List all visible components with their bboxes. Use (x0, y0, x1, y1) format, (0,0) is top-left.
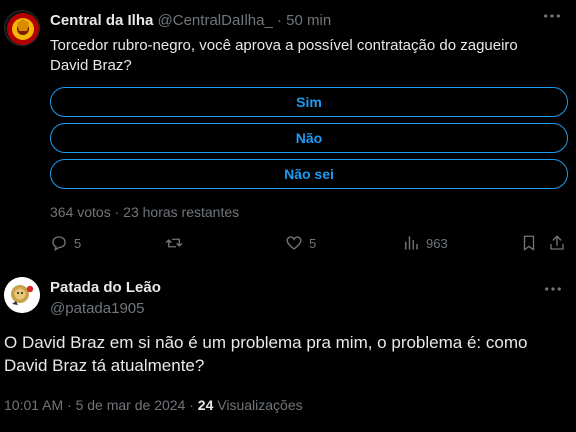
more-icon (544, 14, 560, 18)
bookmark-icon (523, 235, 535, 251)
reply-author-name[interactable]: Patada do Leão (50, 279, 161, 296)
views-button[interactable]: 963 (402, 234, 448, 252)
tweet: Central da Ilha @CentralDaIlha_ · 50 min… (0, 0, 576, 265)
author-name[interactable]: Central da Ilha (50, 12, 153, 29)
heart-icon (286, 236, 302, 250)
views-icon (405, 236, 418, 250)
reply-button[interactable]: 5 (50, 234, 81, 252)
poll-option-sim[interactable]: Sim (50, 87, 568, 117)
poll-option-nao[interactable]: Não (50, 123, 568, 153)
poll: Sim Não Não sei (50, 87, 568, 195)
reply-tweet: Patada do Leão @patada1905 O David Braz … (0, 265, 576, 432)
reply-meta: 10:01 AM · 5 de mar de 2024 · 24 Visuali… (4, 397, 303, 413)
retweet-icon (165, 238, 183, 248)
central-da-ilha-avatar[interactable] (4, 10, 40, 46)
views-count: 963 (426, 235, 448, 251)
like-count: 5 (309, 235, 317, 251)
poll-remaining: 23 horas restantes (123, 204, 240, 220)
tweet-text: Torcedor rubro-negro, você aprova a poss… (50, 37, 518, 74)
reply-timestamp[interactable]: 10:01 AM · 5 de mar de 2024 (4, 397, 185, 413)
patada-do-leao-avatar[interactable] (4, 277, 40, 313)
poll-meta: 364 votos · 23 horas restantes (50, 204, 239, 220)
retweet-button[interactable] (165, 234, 189, 252)
reply-views-label: Visualizações (217, 397, 303, 413)
header-separator: · (277, 12, 282, 29)
poll-meta-separator: · (114, 204, 120, 220)
reply-meta-separator: · (189, 397, 194, 413)
lion-mascot-icon (4, 277, 40, 313)
share-icon (550, 235, 564, 250)
lion-logo-icon (7, 13, 39, 45)
tweet-time[interactable]: 50 min (286, 12, 331, 29)
like-button[interactable]: 5 (285, 234, 316, 252)
comment-icon (52, 236, 66, 252)
tweet-header: Central da Ilha @CentralDaIlha_ · 50 min (50, 12, 331, 29)
poll-votes: 364 votos (50, 204, 111, 220)
reply-text: O David Braz em si não é um problema pra… (4, 333, 528, 375)
reply-views-count: 24 (197, 397, 214, 413)
tweet-actions: 5 5 963 (50, 234, 570, 254)
reply-more-button[interactable] (544, 279, 562, 297)
reply-count: 5 (74, 235, 82, 251)
more-icon (545, 287, 561, 291)
bookmark-button[interactable] (520, 234, 544, 252)
share-button[interactable] (548, 234, 572, 252)
author-handle[interactable]: @CentralDaIlha_ (158, 12, 273, 29)
more-button[interactable] (542, 10, 562, 26)
reply-author-handle[interactable]: @patada1905 (50, 300, 144, 317)
poll-option-nao-sei[interactable]: Não sei (50, 159, 568, 189)
